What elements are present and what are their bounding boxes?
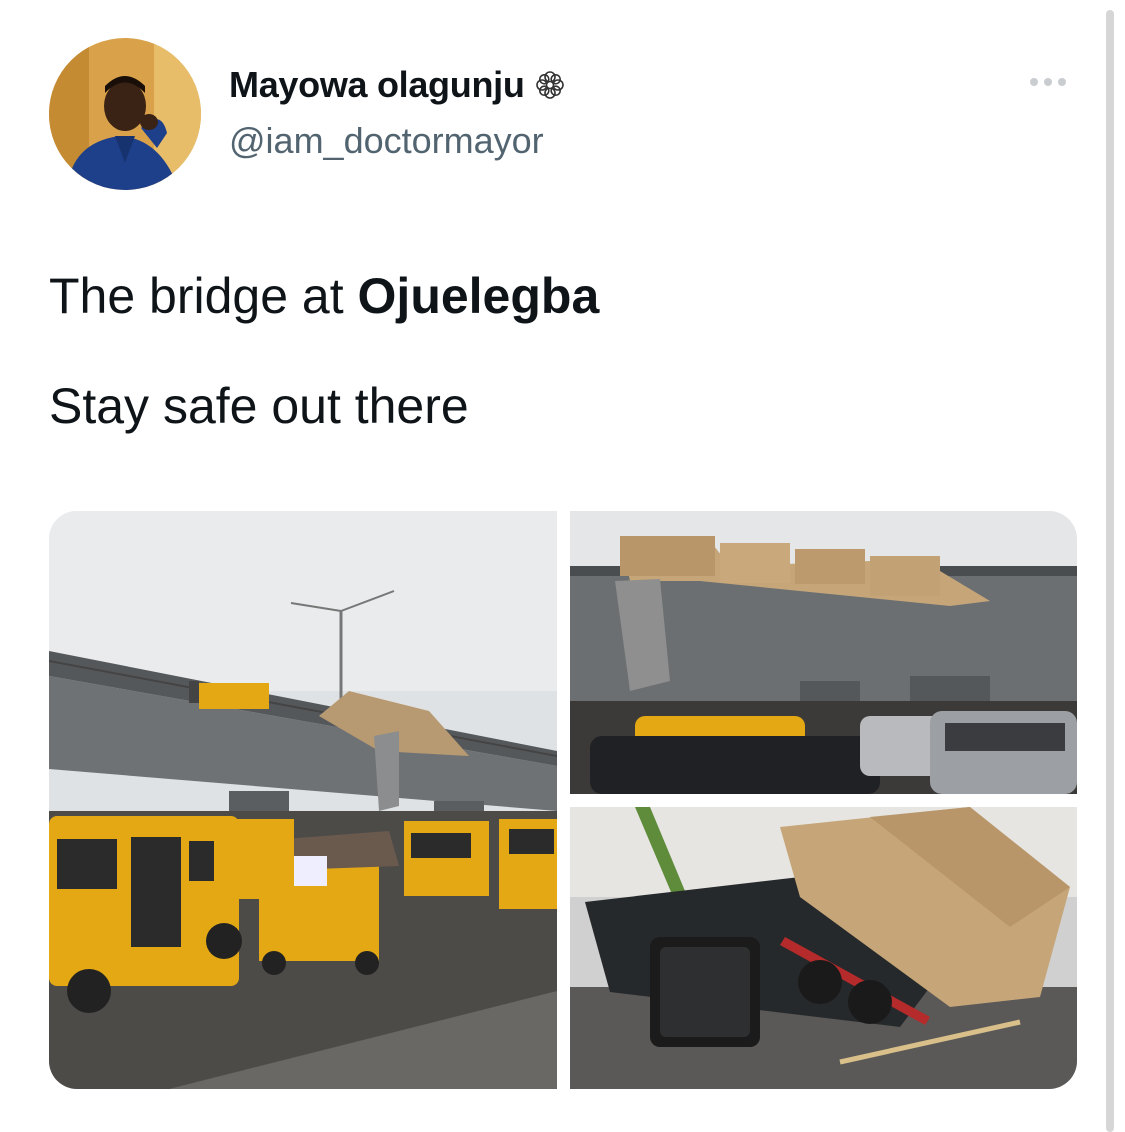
- media-grid: [49, 511, 1077, 1089]
- more-options-icon[interactable]: [1030, 78, 1066, 86]
- flower-icon: [535, 71, 564, 99]
- more-dot: [1044, 78, 1052, 86]
- more-dot: [1058, 78, 1066, 86]
- photo-tipped-truck[interactable]: [570, 807, 1077, 1089]
- avatar[interactable]: [49, 38, 201, 190]
- photo-bridge-traffic[interactable]: [49, 511, 557, 1089]
- tweet-text-place[interactable]: Ojuelegba: [358, 268, 600, 324]
- author-name[interactable]: Mayowa olagunju: [229, 64, 525, 106]
- tweet-text-prefix: The bridge at: [49, 268, 358, 324]
- tweet-text-line1: The bridge at Ojuelegba: [49, 267, 599, 325]
- avatar-photo: [49, 38, 201, 190]
- more-dot: [1030, 78, 1038, 86]
- scrollbar[interactable]: [1106, 10, 1114, 1132]
- tweet-text-line2: Stay safe out there: [49, 378, 469, 434]
- photo-bridge-closeup[interactable]: [570, 511, 1077, 794]
- author-handle[interactable]: @iam_doctormayor: [229, 120, 544, 162]
